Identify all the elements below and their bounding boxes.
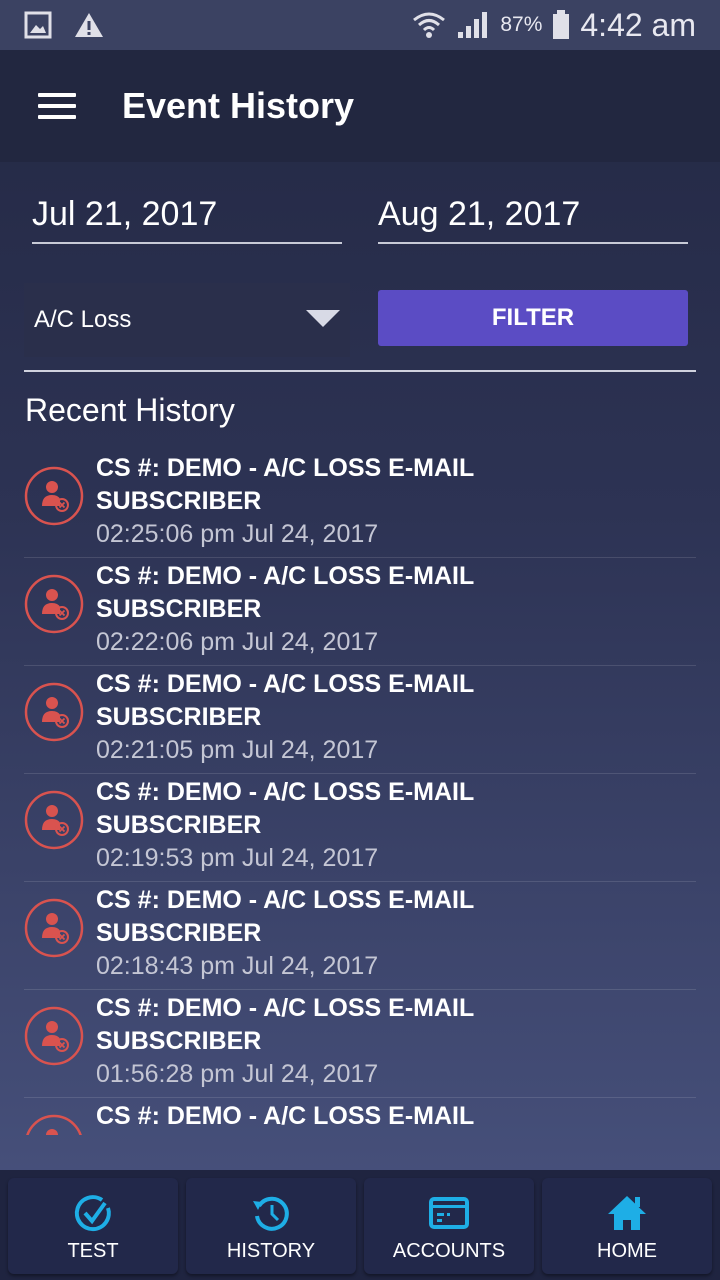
divider bbox=[24, 370, 696, 372]
warning-icon bbox=[75, 13, 103, 37]
history-item[interactable]: CS #: DEMO - A/C LOSS E-MAIL SUBSCRIBER 0… bbox=[24, 882, 696, 990]
event-title: CS #: DEMO - A/C LOSS E-MAIL SUBSCRIBER bbox=[96, 670, 474, 731]
menu-icon[interactable] bbox=[38, 93, 76, 119]
user-removed-icon bbox=[24, 790, 84, 850]
nav-label: ACCOUNTS bbox=[392, 1240, 506, 1262]
event-title: CS #: DEMO - A/C LOSS E-MAIL SUBSCRIBER bbox=[96, 562, 474, 623]
history-item[interactable]: CS #: DEMO - A/C LOSS E-MAIL bbox=[24, 1098, 696, 1135]
user-removed-icon bbox=[24, 466, 84, 526]
event-title: CS #: DEMO - A/C LOSS E-MAIL SUBSCRIBER bbox=[96, 454, 474, 515]
history-list[interactable]: CS #: DEMO - A/C LOSS E-MAIL SUBSCRIBER 0… bbox=[0, 450, 720, 1135]
nav-home[interactable]: HOME bbox=[542, 1178, 712, 1274]
card-icon bbox=[429, 1197, 469, 1229]
event-type-dropdown[interactable]: A/C Loss bbox=[24, 283, 350, 357]
battery-percent: 87% bbox=[500, 13, 543, 36]
signal-icon bbox=[458, 12, 488, 38]
event-time: 02:19:53 pm Jul 24, 2017 bbox=[96, 844, 379, 872]
battery-icon bbox=[553, 10, 570, 39]
user-removed-icon bbox=[24, 1006, 84, 1066]
history-icon bbox=[253, 1196, 289, 1231]
event-time: 02:22:06 pm Jul 24, 2017 bbox=[96, 628, 379, 656]
check-circle-icon bbox=[74, 1195, 111, 1232]
section-title: Recent History bbox=[25, 392, 235, 428]
event-time: 02:21:05 pm Jul 24, 2017 bbox=[96, 736, 379, 764]
nav-test[interactable]: TEST bbox=[8, 1178, 178, 1274]
filter-button[interactable]: FILTER bbox=[378, 290, 688, 346]
clock: 4:42 am bbox=[580, 6, 696, 43]
status-bar: 87% 4:42 am bbox=[0, 0, 720, 50]
event-title: CS #: DEMO - A/C LOSS E-MAIL SUBSCRIBER bbox=[96, 886, 474, 947]
nav-label: HOME bbox=[597, 1240, 657, 1262]
user-removed-icon bbox=[24, 898, 84, 958]
history-item[interactable]: CS #: DEMO - A/C LOSS E-MAIL SUBSCRIBER 0… bbox=[24, 558, 696, 666]
dropdown-arrow-icon bbox=[306, 310, 340, 327]
nav-label: HISTORY bbox=[226, 1240, 316, 1262]
app-header: Event History bbox=[0, 50, 720, 162]
user-removed-icon bbox=[26, 1114, 82, 1135]
event-time: 02:18:43 pm Jul 24, 2017 bbox=[96, 952, 379, 980]
event-title: CS #: DEMO - A/C LOSS E-MAIL SUBSCRIBER bbox=[96, 994, 474, 1055]
history-item[interactable]: CS #: DEMO - A/C LOSS E-MAIL SUBSCRIBER 0… bbox=[24, 990, 696, 1098]
wifi-icon bbox=[413, 12, 446, 38]
history-item[interactable]: CS #: DEMO - A/C LOSS E-MAIL SUBSCRIBER 0… bbox=[24, 666, 696, 774]
nav-accounts[interactable]: ACCOUNTS bbox=[364, 1178, 534, 1274]
event-title: CS #: DEMO - A/C LOSS E-MAIL SUBSCRIBER bbox=[96, 778, 474, 839]
event-time: 01:56:28 pm Jul 24, 2017 bbox=[96, 1060, 379, 1088]
page-title: Event History bbox=[122, 85, 355, 126]
start-date-field[interactable]: Jul 21, 2017 bbox=[32, 195, 342, 244]
history-item[interactable]: CS #: DEMO - A/C LOSS E-MAIL SUBSCRIBER 0… bbox=[24, 774, 696, 882]
nav-history[interactable]: HISTORY bbox=[186, 1178, 356, 1274]
event-time: 02:25:06 pm Jul 24, 2017 bbox=[96, 520, 379, 548]
event-type-value: A/C Loss bbox=[34, 306, 132, 333]
user-removed-icon bbox=[24, 682, 84, 742]
history-item[interactable]: CS #: DEMO - A/C LOSS E-MAIL SUBSCRIBER 0… bbox=[24, 450, 696, 558]
end-date-field[interactable]: Aug 21, 2017 bbox=[378, 195, 688, 244]
bottom-nav: TEST HISTORY ACCOUNTS HOME bbox=[0, 1170, 720, 1280]
nav-label: TEST bbox=[67, 1240, 119, 1262]
home-icon bbox=[608, 1196, 646, 1230]
user-removed-icon bbox=[24, 574, 84, 634]
event-title: CS #: DEMO - A/C LOSS E-MAIL bbox=[96, 1102, 475, 1130]
image-notification-icon bbox=[24, 11, 52, 39]
